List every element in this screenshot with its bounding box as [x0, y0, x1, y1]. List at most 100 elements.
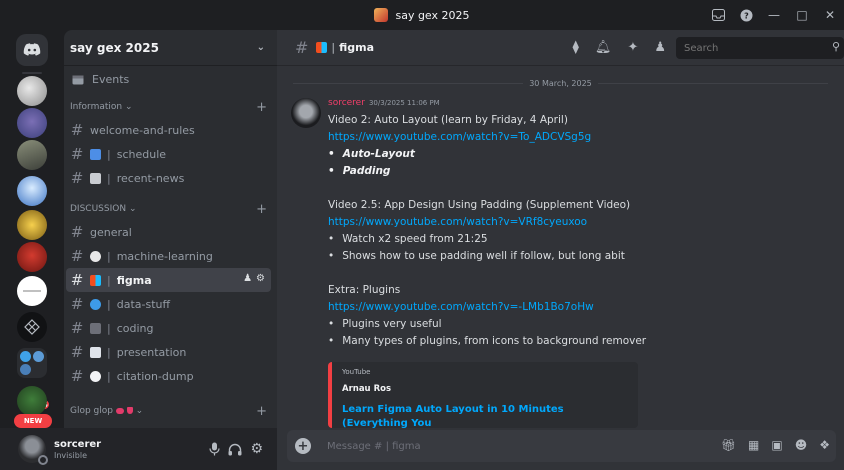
gear-icon[interactable]: ⚙ — [256, 273, 265, 284]
message-bullet: Padding — [328, 163, 828, 180]
headphones-icon[interactable] — [228, 443, 242, 456]
invite-icon[interactable]: ♟ — [243, 273, 252, 284]
message-avatar[interactable] — [291, 98, 321, 128]
channel-recent-news[interactable]: # | recent-news — [66, 166, 271, 190]
separator: | — [107, 345, 111, 359]
channel-figma[interactable]: # | figma ♟ ⚙ — [66, 268, 271, 292]
robot-emoji-icon — [90, 250, 101, 262]
category-glop-glop[interactable]: Glop glop ⌄ + — [64, 400, 277, 422]
separator: | — [107, 249, 111, 263]
channel-coding[interactable]: # | coding — [66, 316, 271, 340]
server-header[interactable]: say gex 2025 ⌄ — [64, 30, 277, 66]
home-button[interactable] — [16, 34, 48, 66]
gif-icon[interactable]: ▦ — [748, 438, 759, 452]
emoji-icon[interactable]: ☻ — [795, 438, 808, 452]
channel-general[interactable]: # general — [66, 220, 271, 244]
category-discussion[interactable]: DISCUSSION ⌄ + — [64, 198, 277, 220]
channel-schedule[interactable]: # | schedule — [66, 142, 271, 166]
globe-emoji-icon — [90, 298, 101, 310]
settings-gear-icon[interactable]: ⚙ — [250, 441, 263, 457]
channel-label: data-stuff — [116, 297, 171, 311]
channel-tools: ♟ ⚙ — [243, 273, 265, 284]
server-icon-9[interactable] — [17, 386, 47, 416]
hash-icon: # — [70, 319, 84, 337]
embed-author[interactable]: Arnau Ros — [342, 384, 628, 394]
pin-icon[interactable]: ✦ — [627, 40, 638, 55]
status-invisible-icon — [38, 455, 48, 465]
message-link[interactable]: https://www.youtube.com/watch?v=To_ADCVS… — [328, 129, 828, 146]
channel-label: welcome-and-rules — [90, 123, 195, 137]
figma-emoji-icon — [90, 274, 101, 286]
category-label: Information — [70, 102, 123, 112]
members-icon[interactable]: ♟ — [654, 40, 666, 55]
server-icon-2[interactable] — [17, 108, 47, 138]
add-channel-icon[interactable]: + — [256, 100, 267, 115]
user-info[interactable]: sorcerer Invisible — [54, 439, 101, 460]
avatar[interactable] — [18, 435, 48, 465]
channel-presentation[interactable]: # | presentation — [66, 340, 271, 364]
message-line: Video 2.5: App Design Using Padding (Sup… — [328, 199, 631, 211]
separator: | — [107, 171, 111, 185]
channel-label: recent-news — [116, 171, 185, 185]
server-folder[interactable] — [17, 348, 47, 378]
svg-text:?: ? — [744, 11, 749, 20]
calendar-emoji-icon — [90, 148, 101, 160]
server-icon-6[interactable] — [17, 242, 47, 272]
separator: | — [107, 147, 111, 161]
lips-emoji-icon — [115, 407, 124, 414]
add-channel-icon[interactable]: + — [256, 202, 267, 217]
threads-icon[interactable]: ⧫ — [572, 40, 578, 55]
inbox-icon[interactable] — [704, 0, 732, 30]
message-link[interactable]: https://www.youtube.com/watch?v=-LMb1Bo7… — [328, 299, 828, 316]
apps-icon[interactable]: ❖ — [819, 438, 830, 452]
maximize-button[interactable]: □ — [788, 0, 816, 30]
server-icon-8[interactable] — [17, 312, 47, 342]
channel-label: coding — [116, 321, 154, 335]
embed-provider: YouTube — [342, 368, 371, 376]
window-controls: ? — □ ✕ — [704, 0, 844, 30]
hash-icon: # — [70, 295, 84, 313]
microphone-icon[interactable] — [209, 442, 221, 456]
add-channel-icon[interactable]: + — [256, 404, 267, 419]
chevron-down-icon: ⌄ — [124, 102, 133, 112]
channel-sidebar: say gex 2025 ⌄ Events Information ⌄ + # … — [64, 30, 277, 428]
hash-icon: # — [70, 367, 84, 385]
search-input[interactable] — [676, 37, 844, 59]
server-icon-1[interactable] — [17, 76, 47, 106]
close-button[interactable]: ✕ — [816, 0, 844, 30]
message-author[interactable]: sorcerer — [328, 98, 365, 108]
server-icon-3[interactable] — [17, 140, 47, 170]
youtube-embed: YouTube Arnau Ros Learn Figma Auto Layou… — [328, 362, 638, 428]
server-icon-5[interactable] — [17, 210, 47, 240]
sticker-icon[interactable]: ▣ — [771, 438, 782, 452]
server-name: say gex 2025 — [70, 40, 159, 55]
help-icon[interactable]: ? — [732, 0, 760, 30]
server-icon-4[interactable] — [17, 176, 47, 206]
speech-emoji-icon — [90, 370, 101, 382]
channel-data-stuff[interactable]: # | data-stuff — [66, 292, 271, 316]
separator: | — [107, 321, 111, 335]
minimize-button[interactable]: — — [760, 0, 788, 30]
gift-icon[interactable]: 🎁︎ — [721, 438, 736, 452]
events-item[interactable]: Events — [64, 68, 277, 90]
channel-welcome-and-rules[interactable]: # welcome-and-rules — [66, 118, 271, 142]
bell-icon[interactable]: 🔔︎ — [595, 40, 612, 55]
discord-app: say gex 2025 ? — □ ✕ NEW say gex 2025 ⌄ … — [0, 0, 844, 470]
new-unreads-pill[interactable]: NEW — [14, 414, 52, 428]
channel-citation-dump[interactable]: # | citation-dump — [66, 364, 271, 388]
chevron-down-icon: ⌄ — [128, 204, 137, 214]
chat-area: # | figma ⧫ 🔔︎ ✦ ♟ ⚲ 30 March, 2025 sorc… — [277, 30, 844, 470]
message-input[interactable] — [327, 440, 667, 452]
keyboard-emoji-icon — [90, 322, 101, 334]
chevron-down-icon: ⌄ — [256, 42, 265, 53]
header-toolbar: ⧫ 🔔︎ ✦ ♟ — [572, 40, 666, 55]
figma-emoji-icon — [316, 42, 328, 53]
channel-machine-learning[interactable]: # | machine-learning — [66, 244, 271, 268]
message-link[interactable]: https://www.youtube.com/watch?v=VRf8cyeu… — [328, 214, 828, 231]
add-attachment-button[interactable]: + — [295, 438, 311, 454]
server-icon-7[interactable] — [17, 276, 47, 306]
embed-title[interactable]: Learn Figma Auto Layout in 10 Minutes (E… — [342, 403, 628, 428]
tongue-emoji-icon — [126, 407, 133, 414]
category-information[interactable]: Information ⌄ + — [64, 96, 277, 118]
